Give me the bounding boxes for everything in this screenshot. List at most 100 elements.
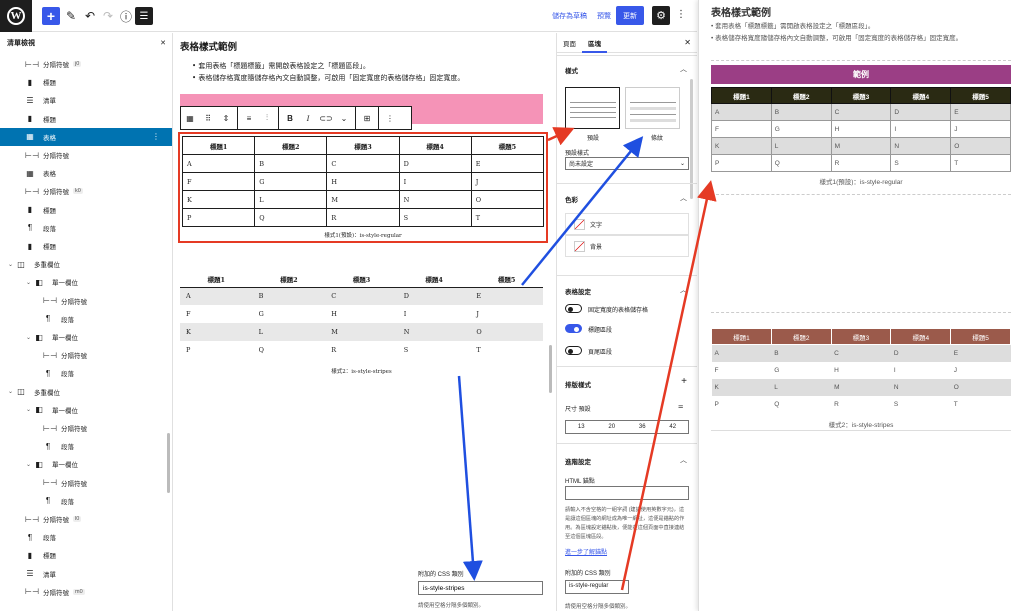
fixed-width-toggle[interactable] — [565, 304, 582, 313]
typography-title[interactable]: 排版樣式 — [565, 379, 591, 389]
font-size-option[interactable]: 20 — [597, 421, 628, 433]
list-view-item[interactable]: ¶ 段落 — [0, 437, 172, 455]
save-draft-button[interactable]: 儲存為草稿 — [552, 11, 587, 21]
color-bg-option[interactable]: 背景 — [565, 235, 689, 257]
style-default-option[interactable] — [565, 87, 620, 129]
additional-css-input[interactable] — [418, 581, 543, 595]
chevron-down-icon[interactable]: ⌄ — [335, 114, 353, 123]
list-view-item[interactable]: ⊢⊣ 分隔符號 — [0, 292, 172, 310]
learn-more-link[interactable]: 進一步了解錨點 — [565, 547, 607, 556]
page-heading[interactable]: 表格樣式範例 — [180, 39, 237, 53]
table-stripes[interactable]: 標題1 標題2 標題3 標題4 標題5 ABCDE F G H I J KLMNO P Q R S T — [180, 272, 543, 359]
color-text-option[interactable]: 文字 — [565, 213, 689, 235]
settings-gear-icon[interactable]: ⚙ — [652, 6, 670, 25]
list-view-item[interactable]: ☰ 清單 — [0, 565, 172, 583]
list-view-item[interactable]: ⌄ ◧ 單一欄位 — [0, 455, 172, 473]
block-options-icon[interactable]: ⋮ — [152, 132, 160, 141]
list-view-item[interactable]: ⊢⊣ 分隔符號 l0 — [0, 510, 172, 528]
align-center-icon[interactable]: ≡ — [240, 114, 258, 123]
bullet-item[interactable]: • 表格儲存格寬度隨儲存格內文自動調整，可啟用「固定寬度的表格儲存格」固定寬度。 — [192, 73, 464, 83]
additional-css-input[interactable]: is-style-regular — [565, 580, 629, 594]
editor-scrollbar[interactable] — [549, 345, 552, 393]
list-view-item[interactable]: ⌄ ◧ 單一欄位 — [0, 273, 172, 291]
font-size-option[interactable]: 36 — [627, 421, 658, 433]
color-title[interactable]: 色彩 — [565, 194, 578, 204]
preview-button[interactable]: 預覽 — [597, 11, 611, 21]
default-style-select[interactable]: 尚未設定 ⌄ — [565, 157, 689, 170]
edit-table-icon[interactable]: ⊞ — [358, 114, 376, 123]
redo-icon[interactable]: ↷ — [99, 7, 117, 25]
block-options-icon[interactable]: ⋮ — [381, 114, 399, 123]
chevron-up-icon[interactable]: ︿ — [680, 455, 687, 465]
chevron-down-icon[interactable]: ⌄ — [26, 279, 34, 286]
update-button[interactable]: 更新 — [616, 6, 644, 25]
align-left-icon[interactable]: ⫶ — [258, 113, 276, 123]
html-anchor-input[interactable] — [565, 486, 689, 500]
table-block-icon[interactable]: ▦ — [181, 114, 199, 123]
list-view-item[interactable]: ⊢⊣ 分隔符號 — [0, 474, 172, 492]
list-view-item[interactable]: ⌄ ◧ 單一欄位 — [0, 401, 172, 419]
list-view-item[interactable]: ▦ 表格 — [0, 164, 172, 182]
plus-icon[interactable]: + — [681, 376, 687, 387]
link-icon[interactable]: ⊂⊃ — [317, 114, 335, 123]
wordpress-logo-icon[interactable]: W — [0, 0, 32, 32]
sliders-icon[interactable]: ⚌ — [678, 403, 683, 410]
bullet-item[interactable]: • 套用表格「標題標籤」需開啟表格設定之「標題區段」。 — [192, 61, 370, 71]
list-view-item[interactable]: ▮ 標題 — [0, 201, 172, 219]
list-view-item[interactable]: ▦ 表格 ⋮ — [0, 127, 172, 146]
info-icon[interactable]: ⓘ — [117, 7, 135, 25]
move-updown-icon[interactable]: ⇕ — [217, 114, 235, 123]
chevron-up-icon[interactable]: ︿ — [680, 285, 687, 295]
list-view-item[interactable]: ¶ 段落 — [0, 310, 172, 328]
italic-icon[interactable]: I — [299, 114, 317, 123]
advanced-title[interactable]: 進階設定 — [565, 456, 591, 466]
chevron-down-icon[interactable]: ⌄ — [8, 388, 16, 395]
chevron-up-icon[interactable]: ︿ — [680, 64, 687, 74]
chevron-up-icon[interactable]: ︿ — [680, 193, 687, 203]
list-view-button[interactable]: ☰ — [135, 7, 153, 25]
header-section-toggle[interactable] — [565, 324, 582, 333]
table-caption[interactable]: 樣式2：is-style-stripes — [180, 367, 543, 375]
undo-icon[interactable]: ↶ — [81, 7, 99, 25]
list-view-item[interactable]: ▮ 標題 — [0, 237, 172, 255]
list-view-item[interactable]: ⊢⊣ 分隔符號 — [0, 146, 172, 164]
footer-section-toggle[interactable] — [565, 346, 582, 355]
list-view-item[interactable]: ▮ 標題 — [0, 73, 172, 91]
list-view-item[interactable]: ▮ 標題 — [0, 110, 172, 128]
list-view-item[interactable]: ⊢⊣ 分隔符號 — [0, 346, 172, 364]
list-view-item[interactable]: ¶ 段落 — [0, 219, 172, 237]
list-view-item[interactable]: ¶ 段落 — [0, 364, 172, 382]
bold-icon[interactable]: B — [281, 114, 299, 123]
list-view-item[interactable]: ☰ 清單 — [0, 91, 172, 109]
table-regular[interactable]: 標題1 標題2 標題3 標題4 標題5 ABCDEFGHIJKLMNOPQRST — [181, 136, 545, 227]
style-stripes-option[interactable] — [625, 87, 680, 129]
styles-title[interactable]: 樣式 — [565, 65, 578, 75]
list-view-item[interactable]: ⊢⊣ 分隔符號 — [0, 419, 172, 437]
font-size-option[interactable]: 42 — [658, 421, 689, 433]
pencil-tool-icon[interactable]: ✎ — [62, 7, 80, 25]
add-block-button[interactable]: + — [42, 7, 60, 25]
chevron-down-icon[interactable]: ⌄ — [26, 406, 34, 413]
list-view-scrollbar[interactable] — [167, 433, 170, 493]
chevron-down-icon[interactable]: ⌄ — [26, 334, 34, 341]
list-view-item[interactable]: ¶ 段落 — [0, 492, 172, 510]
chevron-down-icon[interactable]: ⌄ — [8, 261, 16, 268]
drag-handle-icon[interactable]: ⠿ — [199, 114, 217, 123]
list-view-item[interactable]: ⊢⊣ 分隔符號 k0 — [0, 182, 172, 200]
table-caption[interactable]: 樣式1(預設)：is-style-regular — [180, 231, 546, 239]
font-size-option[interactable]: 13 — [566, 421, 597, 433]
chevron-down-icon[interactable]: ⌄ — [26, 461, 34, 468]
list-view-item[interactable]: ⊢⊣ 分隔符號 j0 — [0, 55, 172, 73]
list-view-item[interactable]: ▮ 標題 — [0, 546, 172, 564]
close-icon[interactable]: ✕ — [684, 38, 691, 47]
list-view-item[interactable]: ⌄ ◫ 多重欄位 — [0, 383, 172, 401]
list-view-item[interactable]: ¶ 段落 — [0, 528, 172, 546]
table-settings-title[interactable]: 表格設定 — [565, 286, 591, 296]
tab-page[interactable]: 頁面 — [557, 33, 582, 53]
list-view-item[interactable]: ⊢⊣ 分隔符號 m0 — [0, 583, 172, 601]
more-options-icon[interactable]: ⋮ — [676, 9, 686, 20]
list-view-item[interactable]: ⌄ ◫ 多重欄位 — [0, 255, 172, 273]
list-view-item[interactable]: ⌄ ◧ 單一欄位 — [0, 328, 172, 346]
close-icon[interactable]: ✕ — [160, 39, 166, 47]
tab-block[interactable]: 區塊 — [582, 33, 607, 53]
